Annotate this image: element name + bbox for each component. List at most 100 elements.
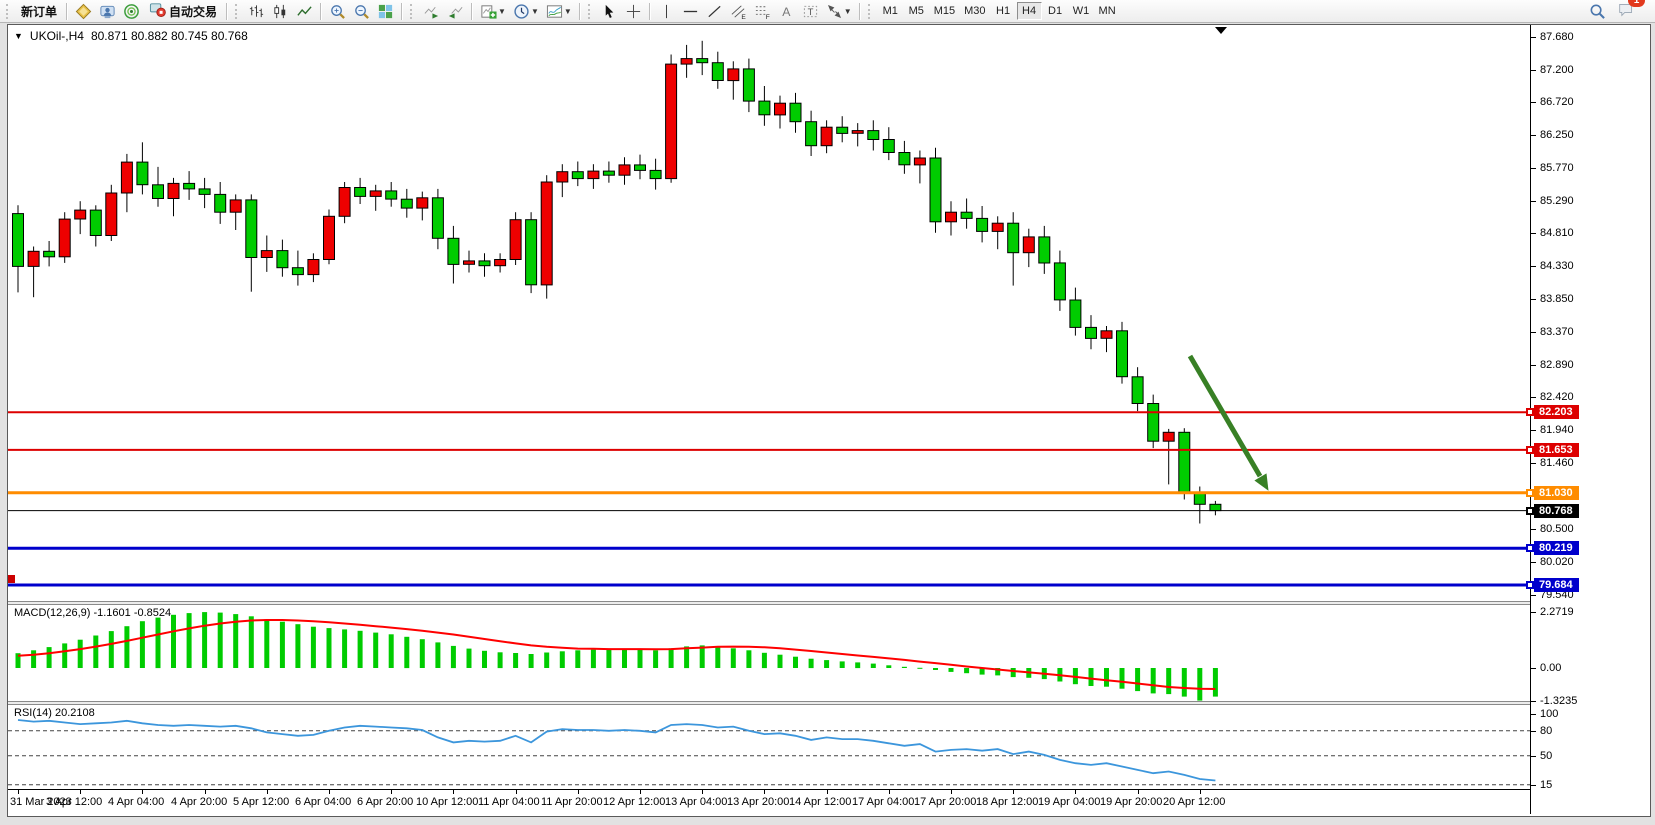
- new-chart-button[interactable]: ▼: [477, 1, 509, 21]
- svg-text:T: T: [807, 6, 813, 17]
- periods-clock-button[interactable]: ▼: [510, 1, 542, 21]
- macd-panel[interactable]: MACD(12,26,9) -1.1601 -0.8524: [8, 605, 1530, 701]
- time-tick: [1013, 790, 1014, 794]
- toolbar-drag-handle[interactable]: [6, 4, 12, 19]
- price-line-anchor[interactable]: [1526, 507, 1534, 515]
- timeframe-mn-button[interactable]: MN: [1095, 2, 1120, 20]
- timeframe-m1-button[interactable]: M1: [878, 2, 903, 20]
- toolbar-drag-handle[interactable]: [235, 4, 241, 19]
- zoom-in-button[interactable]: [326, 1, 349, 21]
- chart-title: ▼ UKOil-,H4 80.871 80.882 80.745 80.768: [14, 29, 248, 43]
- time-tick-label: 4 Apr 04:00: [108, 796, 164, 808]
- expert-advisor-button[interactable]: [96, 1, 119, 21]
- tile-windows-icon: [377, 3, 394, 20]
- line-chart-button[interactable]: [293, 1, 316, 21]
- price-tick-label: 80.020: [1540, 556, 1574, 568]
- price-line-label: 81.030: [1534, 486, 1579, 500]
- template-dropdown-icon[interactable]: ▼: [564, 7, 572, 16]
- timeframe-w1-button[interactable]: W1: [1069, 2, 1094, 20]
- arrows-tool-button[interactable]: ▼: [823, 1, 855, 21]
- timeframe-d1-button[interactable]: D1: [1043, 2, 1068, 20]
- zoom-out-button[interactable]: [350, 1, 373, 21]
- chart-shift-marker[interactable]: [1215, 27, 1227, 34]
- chart-profile-next-icon: [423, 3, 440, 20]
- price-line-anchor[interactable]: [1526, 581, 1534, 589]
- price-panel[interactable]: ▼ UKOil-,H4 80.871 80.882 80.745 80.768: [8, 25, 1530, 601]
- price-tick: [1531, 299, 1536, 300]
- price-tick-label: 85.290: [1540, 195, 1574, 207]
- rsi-tick: [1531, 756, 1536, 757]
- cursor-button[interactable]: [598, 1, 621, 21]
- price-tick: [1531, 266, 1536, 267]
- time-tick: [640, 790, 641, 794]
- tile-windows-button[interactable]: [374, 1, 397, 21]
- horizontal-line-button[interactable]: [679, 1, 702, 21]
- timeframe-m30-button[interactable]: M30: [960, 2, 989, 20]
- object-anchor-marker[interactable]: [8, 575, 15, 583]
- candlestick-chart-button[interactable]: [269, 1, 292, 21]
- arrows-dropdown-icon[interactable]: ▼: [844, 7, 852, 16]
- signals-button[interactable]: [120, 1, 143, 21]
- notification-badge: 1: [1628, 0, 1645, 7]
- text-label-button[interactable]: T: [799, 1, 822, 21]
- macd-label: MACD(12,26,9) -1.1601 -0.8524: [14, 607, 171, 619]
- time-tick: [1138, 790, 1139, 794]
- trendline-button[interactable]: [703, 1, 726, 21]
- vertical-line-button[interactable]: [655, 1, 678, 21]
- price-line-anchor[interactable]: [1526, 446, 1534, 454]
- chart-profile-prev-button[interactable]: [444, 1, 467, 21]
- timeframe-m5-button[interactable]: M5: [904, 2, 929, 20]
- crosshair-button[interactable]: [622, 1, 645, 21]
- timeframe-h1-button[interactable]: H1: [991, 2, 1016, 20]
- toolbar-drag-handle[interactable]: [588, 4, 594, 19]
- price-line-anchor[interactable]: [1526, 408, 1534, 416]
- macd-signal-line: [18, 620, 1215, 689]
- expert-advisor-icon: [99, 3, 116, 20]
- price-tick-label: 82.420: [1540, 391, 1574, 403]
- fibonacci-button[interactable]: F: [751, 1, 774, 21]
- price-tick-label: 83.850: [1540, 293, 1574, 305]
- chart-profile-prev-icon: [447, 3, 464, 20]
- autotrading-button[interactable]: 自动交易: [144, 1, 222, 21]
- price-axis[interactable]: 87.68087.20086.72086.25085.77085.29084.8…: [1530, 25, 1650, 814]
- toolbar-separator: [401, 3, 403, 20]
- new-chart-dropdown-icon[interactable]: ▼: [498, 7, 506, 16]
- text-label-icon: T: [802, 3, 819, 20]
- rhombus-button[interactable]: [72, 1, 95, 21]
- price-tick-label: 80.500: [1540, 523, 1574, 535]
- trend-arrow[interactable]: [1190, 356, 1269, 491]
- toolbar-separator: [859, 3, 861, 20]
- price-tick: [1531, 233, 1536, 234]
- price-line-anchor[interactable]: [1526, 544, 1534, 552]
- symbol-dropdown-icon[interactable]: ▼: [14, 31, 23, 41]
- new-order-button[interactable]: 新订单: [16, 1, 62, 21]
- toolbar-drag-handle[interactable]: [410, 4, 416, 19]
- price-tick: [1531, 201, 1536, 202]
- bar-chart-button[interactable]: [245, 1, 268, 21]
- price-tick: [1531, 397, 1536, 398]
- macd-tick-label: 0.00: [1540, 662, 1561, 674]
- text-button[interactable]: A: [775, 1, 798, 21]
- rsi-panel[interactable]: RSI(14) 20.2108: [8, 705, 1530, 789]
- chart-profile-next-button[interactable]: [420, 1, 443, 21]
- time-axis[interactable]: 31 Mar 20233 Apr 12:004 Apr 04:004 Apr 2…: [8, 789, 1530, 815]
- timeframe-h4-button[interactable]: H4: [1017, 2, 1042, 20]
- price-tick-label: 81.460: [1540, 457, 1574, 469]
- price-tick-label: 81.940: [1540, 424, 1574, 436]
- time-tick-label: 11 Apr 20:00: [541, 796, 603, 808]
- rsi-chart: [8, 705, 1530, 789]
- search-button[interactable]: [1586, 1, 1609, 21]
- rsi-tick-label: 80: [1540, 725, 1552, 737]
- periods-dropdown-icon[interactable]: ▼: [531, 7, 539, 16]
- chart-template-button[interactable]: ▼: [543, 1, 575, 21]
- equidistant-channel-button[interactable]: E: [727, 1, 750, 21]
- rsi-tick-label: 100: [1540, 708, 1558, 720]
- toolbar-drag-handle[interactable]: [868, 4, 874, 19]
- chart-template-icon: [546, 3, 563, 20]
- price-line-anchor[interactable]: [1526, 489, 1534, 497]
- time-tick: [889, 790, 890, 794]
- timeframe-m15-button[interactable]: M15: [930, 2, 959, 20]
- price-tick: [1531, 332, 1536, 333]
- time-tick-label: 6 Apr 20:00: [357, 796, 413, 808]
- time-tick-label: 6 Apr 04:00: [295, 796, 351, 808]
